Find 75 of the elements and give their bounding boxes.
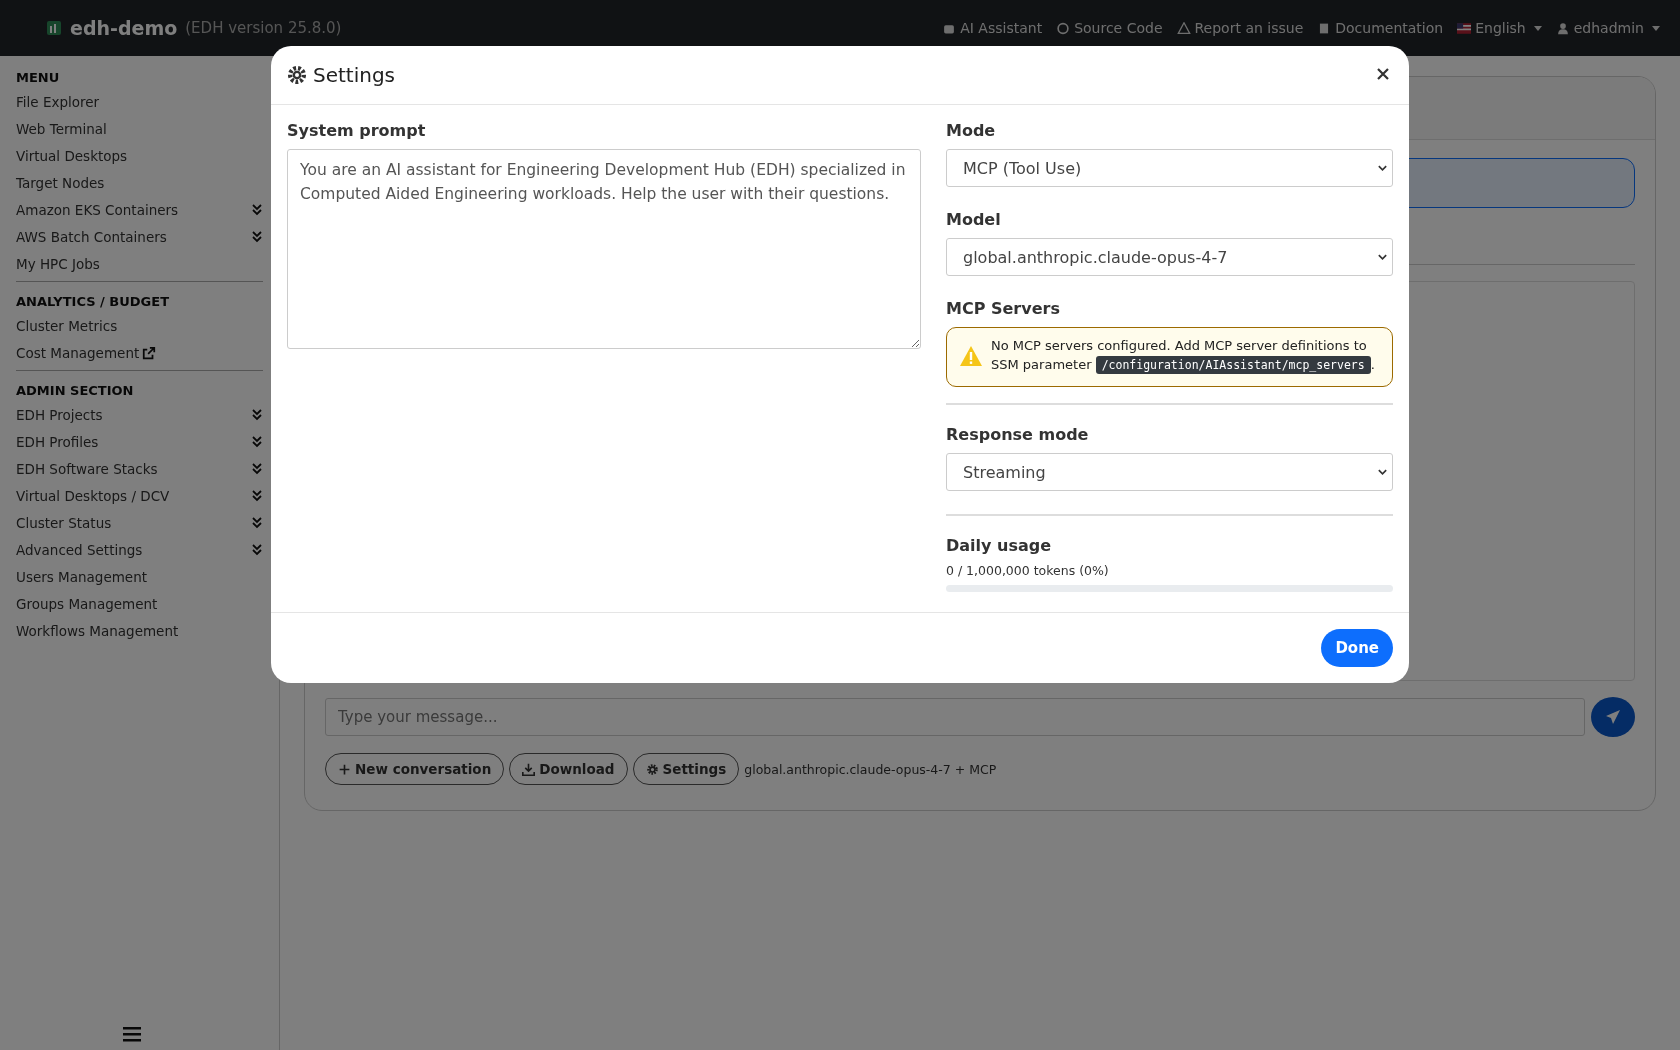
download-icon	[522, 762, 536, 776]
nav-link[interactable]: Documentation	[1317, 20, 1444, 36]
model-select[interactable]: global.anthropic.claude-opus-4-7	[946, 238, 1393, 276]
chevron-icon[interactable]	[251, 435, 263, 448]
send-button[interactable]	[1591, 697, 1635, 737]
chevron-icon[interactable]	[251, 203, 263, 216]
section-title: ADMIN SECTION	[16, 383, 135, 398]
nav-link[interactable]: AI Assistant	[942, 20, 1043, 36]
toolbar-button[interactable]: New conversation	[325, 753, 505, 785]
language-dropdown[interactable]: English	[1457, 20, 1542, 36]
dialog-title: Settings	[313, 63, 396, 87]
sidebar-item[interactable]: Cluster Status	[16, 514, 112, 531]
field-label: MCP Servers	[946, 299, 1061, 318]
caret-icon	[1652, 25, 1660, 31]
usage-reading: 0 / 1,000,000 tokens (0%)	[946, 563, 1110, 578]
menu-icon[interactable]	[123, 1026, 141, 1042]
chevron-icon[interactable]	[251, 516, 263, 529]
external-link-icon	[142, 345, 157, 360]
sidebar-item[interactable]: File Explorer	[16, 93, 100, 110]
field-label: Mode	[946, 121, 997, 140]
done-button[interactable]: Done	[1321, 629, 1393, 667]
field-label: Daily usage	[946, 536, 1053, 555]
warning-icon	[1176, 21, 1191, 35]
toolbar-button[interactable]: Download	[509, 753, 628, 785]
close-icon	[1377, 67, 1389, 80]
send-icon	[1605, 709, 1621, 725]
sidebar-item[interactable]: Target Nodes	[16, 174, 105, 191]
sidebar-item[interactable]: AWS Batch Containers	[16, 228, 167, 245]
warning-icon	[959, 344, 983, 367]
chevron-down-icon	[1377, 468, 1388, 476]
response-mode-select[interactable]: Streaming	[946, 453, 1393, 491]
sidebar-item[interactable]: Advanced Settings	[16, 541, 143, 558]
sidebar-item[interactable]: My HPC Jobs	[16, 255, 100, 272]
nav-link[interactable]: Report an issue	[1176, 20, 1304, 36]
warning-text: No MCP servers configured. Add MCP server definitions to SSM parameter /configuration/AIAssistant/mcp_servers .	[991, 337, 1376, 375]
sidebar-item[interactable]: Virtual Desktops	[16, 147, 128, 164]
caret-icon	[1533, 25, 1542, 31]
sidebar-item[interactable]: Workflows Management	[16, 622, 179, 639]
sidebar-item[interactable]: EDH Profiles	[16, 433, 99, 450]
chevron-down-icon	[1377, 164, 1388, 172]
user-icon	[1555, 21, 1570, 35]
chevron-icon[interactable]	[251, 489, 263, 502]
message-input[interactable]: Type your message...	[325, 698, 1585, 736]
field-label: Model	[946, 210, 1002, 229]
chevron-icon[interactable]	[251, 230, 263, 243]
nav-link[interactable]: Source Code	[1056, 20, 1163, 36]
settings-icon	[645, 762, 659, 776]
section-title: MENU	[16, 70, 61, 85]
chevron-icon[interactable]	[251, 543, 263, 556]
model-info: global.anthropic.claude-opus-4-7 + MCP	[744, 761, 997, 777]
flag-icon	[1457, 21, 1472, 35]
field-label: System prompt	[287, 121, 427, 140]
sidebar-item[interactable]: Users Management	[16, 568, 148, 585]
section-title: ANALYTICS / BUDGET	[16, 294, 170, 309]
version-text: (EDH version 25.8.0)	[185, 19, 342, 37]
sidebar-item[interactable]: Cost Management	[16, 344, 140, 361]
sidebar-item[interactable]: EDH Projects	[16, 406, 103, 423]
chevron-icon[interactable]	[251, 462, 263, 475]
sidebar-item[interactable]: EDH Software Stacks	[16, 460, 158, 477]
mode-select[interactable]: MCP (Tool Use)	[946, 149, 1393, 187]
toolbar-button[interactable]: Settings	[632, 753, 740, 785]
sidebar-item[interactable]: Amazon EKS Containers	[16, 201, 179, 218]
settings-icon	[287, 65, 307, 85]
chevron-icon[interactable]	[251, 408, 263, 421]
plus-icon	[338, 762, 351, 776]
field-label: Response mode	[946, 425, 1090, 444]
sidebar-item[interactable]: Virtual Desktops / DCV	[16, 487, 170, 504]
sidebar-item[interactable]: Groups Management	[16, 595, 158, 612]
sidebar-item[interactable]: Web Terminal	[16, 120, 107, 137]
system-prompt-field[interactable]: You are an AI assistant for Engineering Development Hub (EDH) specialized in Computed Aided Engineering workloads. Help the user with their questions.	[287, 149, 921, 349]
sidebar-item[interactable]: Cluster Metrics	[16, 317, 118, 334]
chevron-down-icon	[1377, 253, 1388, 261]
logo-icon	[46, 20, 62, 36]
user-dropdown[interactable]: edhadmin	[1555, 20, 1660, 36]
brand-name[interactable]: edh-demo	[70, 17, 178, 39]
